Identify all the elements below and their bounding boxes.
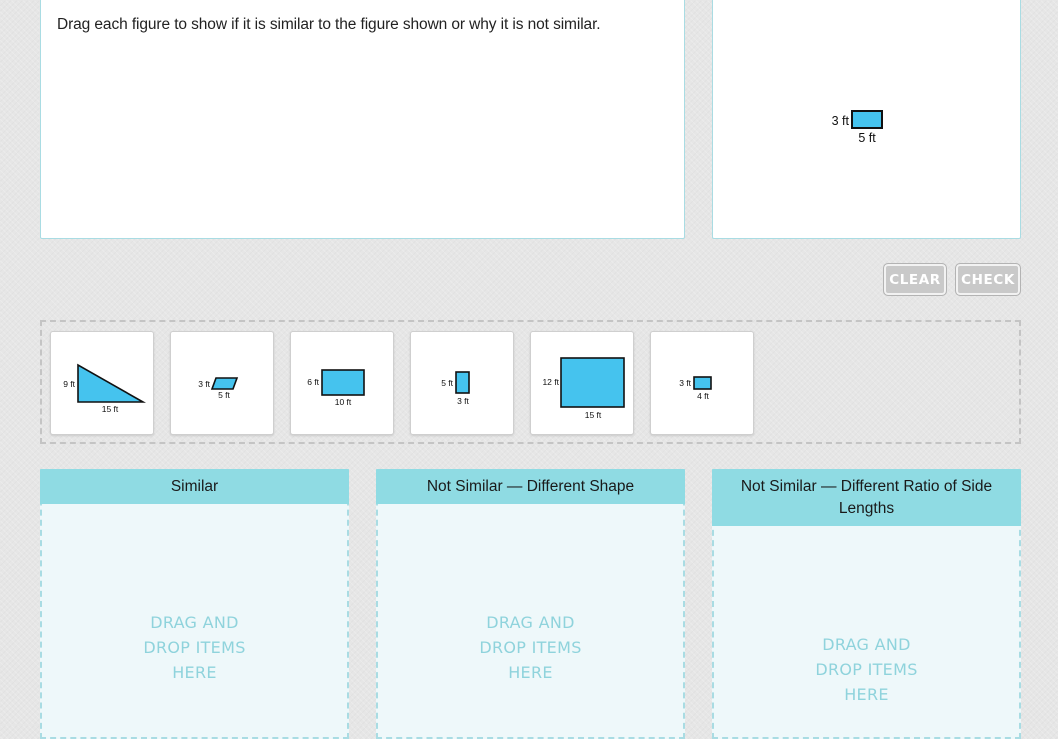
- triangle-shape: [77, 363, 147, 403]
- draggable-item-rectangle-6-by-10[interactable]: 6 ft 10 ft: [290, 331, 394, 435]
- draggable-item-rectangle-12-by-15[interactable]: 12 ft 15 ft: [530, 331, 634, 435]
- drop-hint-line: HERE: [508, 663, 553, 682]
- drop-hint-line: DROP ITEMS: [815, 660, 918, 679]
- triangle-side-label: 9 ft: [63, 379, 75, 389]
- triangle-base-label: 15 ft: [102, 404, 119, 414]
- question-text: Drag each figure to show if it is simila…: [57, 16, 601, 33]
- rectangle-12-by-15-side-label: 12 ft: [542, 377, 559, 387]
- drop-hint-line: HERE: [172, 663, 217, 682]
- rectangle-6-by-10-figure: 6 ft 10 ft: [307, 369, 365, 407]
- rectangle-5-by-3-base-label: 3 ft: [457, 396, 469, 406]
- reference-figure: 3 ft 5 ft: [832, 110, 883, 145]
- question-panel: Drag each figure to show if it is simila…: [40, 0, 685, 239]
- rectangle-5-by-3-side-label: 5 ft: [441, 378, 453, 388]
- triangle-figure: 9 ft 15 ft: [63, 363, 147, 414]
- draggable-item-rectangle-3-by-4[interactable]: 3 ft 4 ft: [650, 331, 754, 435]
- drop-zone-similar-hint: DRAG AND DROP ITEMS HERE: [42, 610, 347, 685]
- drop-hint-line: DRAG AND: [822, 635, 911, 654]
- drop-zone-different-shape-hint: DRAG AND DROP ITEMS HERE: [378, 610, 683, 685]
- rectangle-12-by-15-base-label: 15 ft: [585, 410, 602, 420]
- parallelogram-base-label: 5 ft: [218, 390, 230, 400]
- parallelogram-shape: [210, 377, 239, 390]
- drop-hint-line: DROP ITEMS: [143, 638, 246, 657]
- check-button[interactable]: CHECK: [955, 263, 1021, 296]
- draggable-item-parallelogram[interactable]: 3 ft 5 ft: [170, 331, 274, 435]
- drop-zone-different-shape-title: Not Similar — Different Shape: [376, 469, 685, 504]
- draggable-item-rectangle-5-by-3[interactable]: 5 ft 3 ft: [410, 331, 514, 435]
- rectangle-6-by-10-side-label: 6 ft: [307, 377, 319, 387]
- rectangle-5-by-3-figure: 5 ft 3 ft: [441, 371, 470, 406]
- parallelogram-figure: 3 ft 5 ft: [198, 377, 239, 400]
- rectangle-6-by-10-shape: [321, 369, 365, 396]
- drop-zone-similar-title: Similar: [40, 469, 349, 504]
- rectangle-12-by-15-shape: [560, 357, 625, 408]
- drop-zone-different-shape[interactable]: Not Similar — Different Shape DRAG AND D…: [376, 469, 685, 739]
- rectangle-3-by-4-base-label: 4 ft: [697, 391, 709, 401]
- drop-zone-different-ratio-title: Not Similar — Different Ratio of Side Le…: [712, 469, 1021, 526]
- rectangle-5-by-3-shape: [455, 371, 470, 394]
- drop-hint-line: DRAG AND: [150, 613, 239, 632]
- reference-width-label: 5 ft: [858, 131, 876, 145]
- reference-rectangle: [851, 110, 883, 129]
- reference-height-label: 3 ft: [832, 114, 850, 128]
- drop-hint-line: DRAG AND: [486, 613, 575, 632]
- rectangle-3-by-4-figure: 3 ft 4 ft: [679, 376, 712, 401]
- drop-zone-different-ratio[interactable]: Not Similar — Different Ratio of Side Le…: [712, 469, 1021, 739]
- clear-button[interactable]: CLEAR: [883, 263, 947, 296]
- rectangle-6-by-10-base-label: 10 ft: [335, 397, 352, 407]
- reference-figure-panel: 3 ft 5 ft: [712, 0, 1021, 239]
- rectangle-3-by-4-shape: [693, 376, 712, 390]
- drop-hint-line: DROP ITEMS: [479, 638, 582, 657]
- parallelogram-side-label: 3 ft: [198, 379, 210, 389]
- drop-hint-line: HERE: [844, 685, 889, 704]
- rectangle-12-by-15-figure: 12 ft 15 ft: [542, 357, 625, 420]
- drop-zone-different-ratio-hint: DRAG AND DROP ITEMS HERE: [714, 632, 1019, 707]
- rectangle-3-by-4-side-label: 3 ft: [679, 378, 691, 388]
- draggable-item-triangle[interactable]: 9 ft 15 ft: [50, 331, 154, 435]
- drop-zone-similar[interactable]: Similar DRAG AND DROP ITEMS HERE: [40, 469, 349, 739]
- item-bank: 9 ft 15 ft 3 ft 5 ft 6 ft 10 ft 5 ft 3 f…: [40, 320, 1021, 444]
